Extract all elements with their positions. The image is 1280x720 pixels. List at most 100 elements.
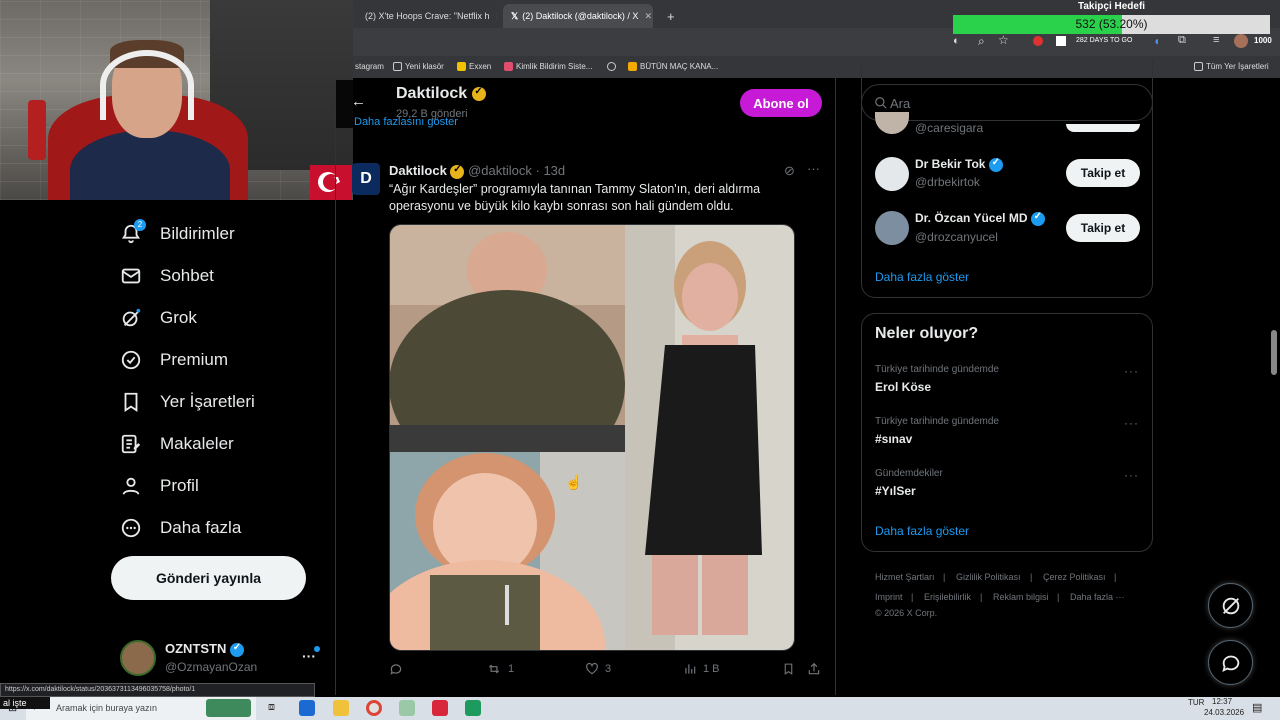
avatar[interactable] [1234, 34, 1248, 48]
jp-icon [628, 62, 637, 71]
premium-check-icon [121, 350, 141, 370]
footer-cookies[interactable]: Çerez Politikası [1043, 572, 1106, 582]
footer-privacy[interactable]: Gizlilik Politikası [956, 572, 1021, 582]
notification-badge: 2 [134, 219, 146, 231]
follow-button[interactable]: Takip et [1066, 159, 1140, 187]
grok-icon[interactable]: ⊘ [784, 163, 795, 179]
bookmark-yeni-klasor[interactable]: Yeni klasör [393, 62, 444, 71]
taskbar-search-input[interactable]: ⌕ Aramak için buraya yazın [26, 697, 256, 720]
bookmark-label: Tüm Yer İşaretleri [1206, 62, 1269, 71]
trend-item[interactable]: #YılSer [875, 484, 916, 498]
opera-icon[interactable] [432, 700, 448, 716]
camera-icon[interactable]: ◐ [953, 35, 960, 47]
countdown-extension[interactable]: 282 DAYS TO GO [1076, 37, 1132, 44]
sidebar-item-label: Bildirimler [160, 224, 235, 243]
gold-verified-icon [450, 164, 465, 179]
bookmark-exxen[interactable]: Exxen [457, 62, 491, 71]
tweet-text-line: operasyonu ve büyük kilo kaybı sonrası s… [389, 199, 734, 213]
edge-icon[interactable] [299, 700, 315, 716]
tweet-handle[interactable]: @daktilock [468, 163, 532, 178]
chrome-icon[interactable] [366, 700, 382, 716]
taskbar-widget-image[interactable] [206, 699, 251, 717]
follow-button-partial[interactable] [1066, 124, 1140, 132]
account-switcher[interactable]: OZNTSTN @OzmayanOzan ··· [120, 640, 330, 676]
tweet-author-avatar[interactable]: D [352, 163, 380, 195]
close-icon[interactable]: ✕ [638, 11, 652, 22]
folder-icon [1194, 62, 1203, 71]
tweet-photo[interactable] [389, 224, 795, 651]
menu-lines-icon[interactable]: ≡ [1213, 34, 1219, 46]
bookmark-label: BÜTÜN MAÇ KANA... [640, 62, 719, 71]
rec-name-row[interactable]: Dr. Özcan Yücel MD [915, 211, 1045, 226]
trend-category: Türkiye tarihinde gündemde [875, 364, 999, 375]
task-view-icon[interactable]: ⧈ [268, 701, 275, 714]
subscribe-button[interactable]: Abone ol [740, 89, 822, 117]
more-circle-icon [121, 518, 141, 538]
reply-button[interactable] [389, 662, 409, 676]
close-icon[interactable]: ✕ [489, 11, 497, 22]
chat-fab-button[interactable] [1208, 640, 1253, 685]
tweet-text: “Ağır Kardeşler” programıyla tanınan Tam… [389, 181, 809, 215]
footer-ads[interactable]: Reklam bilgisi [993, 592, 1049, 602]
like-button[interactable]: 3 [585, 662, 611, 676]
footer-accessibility[interactable]: Erişilebilirlik [924, 592, 971, 602]
app-green-icon[interactable] [465, 700, 481, 716]
footer-imprint[interactable]: Imprint [875, 592, 903, 602]
footer-sep: | [1057, 592, 1060, 602]
clock-date[interactable]: 24.03.2026 [1204, 708, 1244, 717]
trend-more-icon[interactable]: ··· [1124, 468, 1139, 482]
tweet-separator: · [535, 163, 540, 178]
show-more-link[interactable]: Daha fazla göster [875, 524, 969, 538]
views-button[interactable]: 1 B [683, 662, 720, 676]
share-button[interactable] [807, 662, 821, 676]
trend-item[interactable]: #sınav [875, 432, 912, 446]
trend-more-icon[interactable]: ··· [1124, 364, 1139, 378]
extension-white-icon[interactable] [1056, 36, 1066, 46]
bookmark-kimlik[interactable]: Kimlik Bildirim Siste... [504, 62, 592, 71]
bookmark-globe[interactable] [607, 62, 616, 71]
trend-more-icon[interactable]: ··· [1124, 416, 1139, 430]
grok-fab-button[interactable] [1208, 583, 1253, 628]
tweet-time[interactable]: 13d [543, 163, 565, 178]
star-icon[interactable]: ☆ [998, 33, 1009, 47]
trend-item[interactable]: Erol Köse [875, 380, 931, 394]
show-more-link[interactable]: Daha fazla göster [875, 270, 969, 284]
avatar[interactable] [875, 211, 909, 245]
bookmark-all[interactable]: Tüm Yer İşaretleri [1194, 62, 1269, 71]
profile-name-row: OZNTSTN [165, 641, 245, 657]
avatar[interactable] [875, 157, 909, 191]
views-count: 1 B [703, 663, 720, 675]
rec-name-row[interactable]: Dr Bekir Tok [915, 157, 1003, 172]
extension-blue-icon[interactable]: ◖ [1153, 34, 1160, 48]
tweet-more-icon[interactable]: ··· [807, 161, 820, 176]
post-button[interactable]: Gönderi yayınla [111, 556, 306, 600]
retweet-button[interactable]: 1 [486, 662, 514, 676]
keyboard-language[interactable]: TUR [1188, 698, 1204, 707]
tab-hoops-crave[interactable]: (2) X'te Hoops Crave: "Netflix h✕ [357, 4, 497, 28]
zoom-icon[interactable]: ⌕ [978, 34, 985, 49]
sidebar-item-label: Profil [160, 476, 199, 495]
file-explorer-icon[interactable] [333, 700, 349, 716]
bookmark-instagram[interactable]: stagram [355, 62, 384, 71]
back-arrow-icon[interactable]: ← [351, 93, 366, 110]
footer-more[interactable]: Daha fazla ··· [1070, 592, 1125, 602]
bookmark-button[interactable] [782, 662, 795, 676]
microphone [28, 100, 46, 160]
tab-daktilock[interactable]: 𝕏 (2) Daktilock (@daktilock) / X ✕ [503, 4, 653, 28]
tweet-author-name[interactable]: Daktilock [389, 163, 447, 178]
column-divider [335, 78, 336, 695]
mouse-cursor: ☝ [565, 474, 583, 490]
tweet-photo-collage [390, 225, 794, 650]
bookmark-butun-mac[interactable]: BÜTÜN MAÇ KANA... [628, 62, 718, 71]
new-tab-button[interactable]: + [659, 4, 681, 28]
footer-terms[interactable]: Hizmet Şartları [875, 572, 935, 582]
scrollbar-thumb[interactable] [1271, 330, 1277, 375]
tab-label: (2) Daktilock (@daktilock) / X [522, 11, 639, 21]
retweet-icon [488, 664, 500, 674]
clock-time[interactable]: 12:37 [1212, 697, 1232, 706]
puzzle-icon[interactable]: ⧉ [1178, 34, 1186, 47]
notification-center-icon[interactable]: ▤ [1252, 701, 1262, 714]
app-icon[interactable] [399, 700, 415, 716]
follow-button[interactable]: Takip et [1066, 214, 1140, 242]
extension-red-icon[interactable] [1033, 36, 1043, 46]
